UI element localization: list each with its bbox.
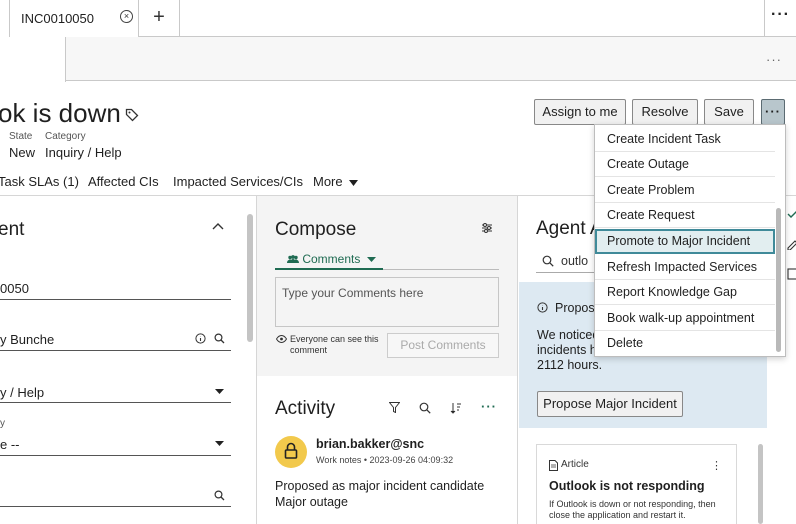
category-label: Category xyxy=(45,131,86,142)
compose-heading: Compose xyxy=(275,219,357,240)
number-underline xyxy=(0,299,231,300)
proposal-line1: We noticed xyxy=(537,328,600,342)
article-icon xyxy=(549,460,558,471)
more-actions-menu: Create Incident Task Create Outage Creat… xyxy=(594,124,786,357)
add-tab-button[interactable]: + xyxy=(139,0,180,37)
tab-more[interactable]: More xyxy=(313,174,359,189)
menu-item-create-problem[interactable]: Create Problem xyxy=(595,178,775,203)
number-field[interactable]: 0050 xyxy=(0,281,29,296)
activity-search-icon[interactable] xyxy=(419,402,431,414)
sub-tab-bar xyxy=(0,37,796,81)
article-more-button[interactable]: ⋮ xyxy=(711,459,722,472)
tab-incident-label: INC0010050 xyxy=(21,11,94,26)
assign-to-me-button[interactable]: Assign to me xyxy=(534,99,626,125)
activity-meta: Work notes • 2023-09-26 04:09:32 xyxy=(316,455,454,465)
compose-mode-dropdown[interactable]: Comments xyxy=(287,252,376,266)
menu-item-delete[interactable]: Delete xyxy=(595,331,775,356)
side-toolbar-icon-1[interactable] xyxy=(786,208,796,220)
comment-textarea[interactable]: Type your Comments here xyxy=(275,277,499,327)
tab-previous[interactable] xyxy=(0,0,10,37)
close-tab-icon[interactable]: × xyxy=(120,10,133,23)
article-body-line1: If Outlook is down or not responding, th… xyxy=(549,499,716,509)
agent-search-icon xyxy=(542,255,554,267)
article-body-line2: close the application and restart it. xyxy=(549,510,686,520)
compose-mode-label: Comments xyxy=(302,252,361,266)
activity-user[interactable]: brian.bakker@snc xyxy=(316,437,424,451)
sub-tab-overflow-button[interactable]: ··· xyxy=(766,52,782,67)
tag-icon[interactable] xyxy=(125,108,139,122)
menu-item-create-outage[interactable]: Create Outage xyxy=(595,152,775,177)
agent-search-input[interactable]: outlo xyxy=(561,254,588,268)
people-icon xyxy=(287,255,299,264)
field-underline xyxy=(0,506,231,507)
details-heading: ent xyxy=(0,219,25,240)
activity-body-line1: Proposed as major incident candidate xyxy=(275,479,485,493)
subcategory-label: y xyxy=(0,418,5,429)
more-actions-button[interactable]: ··· xyxy=(761,99,785,125)
compose-settings-icon[interactable] xyxy=(481,222,493,234)
caret-down-icon xyxy=(349,179,359,186)
side-toolbar-icon-3[interactable] xyxy=(786,268,796,280)
proposal-title: Propos xyxy=(555,301,595,315)
save-button[interactable]: Save xyxy=(704,99,754,125)
sort-icon[interactable] xyxy=(450,402,462,414)
caller-search-icon[interactable] xyxy=(214,333,225,344)
collapse-chevron-icon[interactable] xyxy=(212,222,224,230)
category-value: Inquiry / Help xyxy=(45,145,122,160)
details-panel xyxy=(0,196,256,524)
visibility-eye-icon xyxy=(276,335,287,343)
filter-icon[interactable] xyxy=(389,402,400,413)
activity-more-button[interactable]: ··· xyxy=(481,399,497,414)
tab-more-label: More xyxy=(313,174,343,189)
tab-affected-cis[interactable]: Affected CIs xyxy=(88,174,159,189)
proposal-line2: incidents h xyxy=(537,343,597,357)
compose-mode-underline xyxy=(275,268,383,270)
category-select[interactable]: y / Help xyxy=(0,385,44,400)
post-comments-button[interactable]: Post Comments xyxy=(387,333,499,358)
category-underline xyxy=(0,402,231,403)
activity-body-line2: Major outage xyxy=(275,495,348,509)
propose-major-incident-button[interactable]: Propose Major Incident xyxy=(537,391,683,417)
tab-task-slas[interactable]: Task SLAs (1) xyxy=(0,174,79,189)
agent-scrollbar[interactable] xyxy=(758,444,763,524)
agent-search-underline xyxy=(536,272,596,273)
agent-assist-heading: Agent A xyxy=(536,218,603,239)
tab-impacted-services[interactable]: Impacted Services/CIs xyxy=(173,174,303,189)
sub-tab-active[interactable] xyxy=(0,37,66,82)
lock-icon xyxy=(284,442,298,460)
menu-item-book-walk-up-appointment[interactable]: Book walk-up appointment xyxy=(595,306,775,331)
state-label: State xyxy=(9,131,33,142)
article-title[interactable]: Outlook is not responding xyxy=(549,479,705,493)
menu-item-report-knowledge-gap[interactable]: Report Knowledge Gap xyxy=(595,280,775,305)
details-scrollbar[interactable] xyxy=(247,214,253,342)
article-type: Article xyxy=(561,459,589,470)
subcategory-caret-icon[interactable] xyxy=(215,441,224,446)
info-icon[interactable] xyxy=(195,333,206,344)
field-search-icon[interactable] xyxy=(214,490,225,501)
compose-tab-rule xyxy=(383,269,499,270)
activity-heading: Activity xyxy=(275,398,336,419)
tab-incident[interactable]: INC0010050 × xyxy=(10,0,139,37)
menu-item-create-incident-task[interactable]: Create Incident Task xyxy=(595,127,775,152)
caller-field[interactable]: y Bunche xyxy=(0,332,54,347)
compose-mode-caret-icon xyxy=(366,257,376,262)
menu-item-create-request[interactable]: Create Request xyxy=(595,203,775,228)
subcategory-select[interactable]: e -- xyxy=(0,437,20,452)
tab-overflow-button[interactable]: ··· xyxy=(764,0,796,37)
category-caret-icon[interactable] xyxy=(215,389,224,394)
resolve-button[interactable]: Resolve xyxy=(632,99,698,125)
caller-underline xyxy=(0,350,231,351)
visibility-note: Everyone can see this comment xyxy=(290,334,379,355)
subcategory-underline xyxy=(0,455,231,456)
menu-item-promote-to-major-incident[interactable]: Promote to Major Incident xyxy=(595,229,775,254)
side-toolbar-icon-2[interactable] xyxy=(786,238,796,250)
menu-item-refresh-impacted-services[interactable]: Refresh Impacted Services xyxy=(595,255,775,280)
state-value: New xyxy=(9,145,36,160)
record-title: ok is down xyxy=(0,98,121,128)
menu-scrollbar[interactable] xyxy=(776,208,781,352)
proposal-info-icon xyxy=(537,302,548,313)
proposal-line3: 2112 hours. xyxy=(537,358,603,372)
